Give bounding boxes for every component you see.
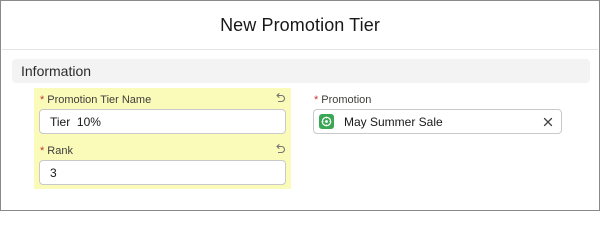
promotion-label: * Promotion (314, 94, 371, 106)
promotion-lookup[interactable]: May Summer Sale (313, 109, 562, 134)
rank-value: 3 (50, 165, 57, 180)
close-icon[interactable] (541, 115, 555, 129)
required-marker: * (314, 94, 319, 106)
undo-icon[interactable] (274, 92, 286, 104)
undo-icon[interactable] (274, 143, 286, 155)
tier-name-label: * Promotion Tier Name (40, 94, 151, 106)
required-marker: * (40, 94, 45, 106)
section-title: Information (21, 63, 92, 79)
promotion-icon (319, 114, 334, 129)
promotion-value: May Summer Sale (344, 115, 443, 129)
tier-name-input[interactable]: Tier 10% (39, 109, 286, 134)
required-marker: * (40, 145, 45, 157)
modal-title: New Promotion Tier (220, 15, 380, 35)
promotion-label-text: Promotion (321, 94, 372, 106)
modal-header: New Promotion Tier (2, 2, 598, 50)
rank-label: * Rank (40, 145, 73, 157)
new-promotion-tier-modal: New Promotion Tier Information * Promoti… (0, 0, 600, 211)
rank-input[interactable]: 3 (39, 160, 286, 185)
section-information[interactable]: Information (12, 59, 590, 83)
tier-name-value: Tier 10% (50, 114, 101, 129)
tier-name-label-text: Promotion Tier Name (47, 94, 152, 106)
rank-label-text: Rank (47, 145, 73, 157)
